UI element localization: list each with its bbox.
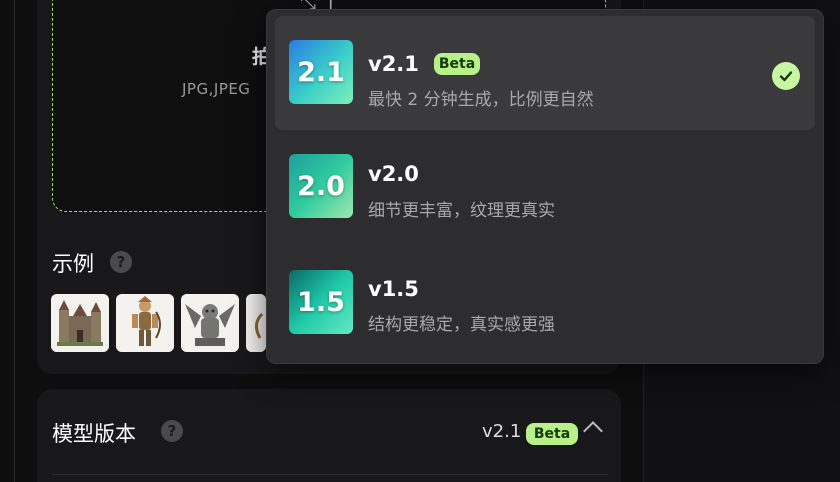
option-title: v2.0 xyxy=(368,162,419,186)
examples-label: 示例 xyxy=(52,252,94,276)
option-title: v2.1 xyxy=(368,52,419,76)
model-version-dropdown: 2.1 v2.1 Beta 最快 2 分钟生成，比例更自然 2.0 v2.0 细… xyxy=(266,9,824,364)
option-desc: 细节更丰富，纹理更真实 xyxy=(368,201,555,221)
model-help-icon[interactable]: ? xyxy=(161,420,183,442)
v2-1-icon: 2.1 xyxy=(289,40,353,104)
model-beta-badge: Beta xyxy=(526,423,578,445)
example-thumb-castle[interactable] xyxy=(51,294,109,352)
v1-5-icon: 1.5 xyxy=(289,270,353,334)
check-icon xyxy=(772,62,800,90)
model-version-value[interactable]: v2.1 xyxy=(482,421,521,442)
example-thumb-partial[interactable] xyxy=(246,294,266,352)
example-thumb-elf-warrior[interactable] xyxy=(116,294,174,352)
sidebar-divider xyxy=(14,0,15,482)
option-beta-badge: Beta xyxy=(434,53,480,75)
option-desc: 结构更稳定，真实感更强 xyxy=(368,315,555,335)
option-v2-1[interactable]: 2.1 v2.1 Beta 最快 2 分钟生成，比例更自然 xyxy=(275,16,815,130)
option-title: v1.5 xyxy=(368,277,419,301)
model-version-label: 模型版本 xyxy=(52,422,136,446)
examples-help-icon[interactable]: ? xyxy=(110,251,132,273)
option-desc: 最快 2 分钟生成，比例更自然 xyxy=(368,90,594,110)
v2-0-icon: 2.0 xyxy=(289,154,353,218)
option-v2-0[interactable]: 2.0 v2.0 细节更丰富，纹理更真实 xyxy=(275,130,815,244)
upload-formats: JPG,JPEG xyxy=(182,80,251,98)
example-thumb-gargoyle[interactable] xyxy=(181,294,239,352)
model-divider xyxy=(52,474,608,475)
option-v1-5[interactable]: 1.5 v1.5 结构更稳定，真实感更强 xyxy=(275,244,815,358)
